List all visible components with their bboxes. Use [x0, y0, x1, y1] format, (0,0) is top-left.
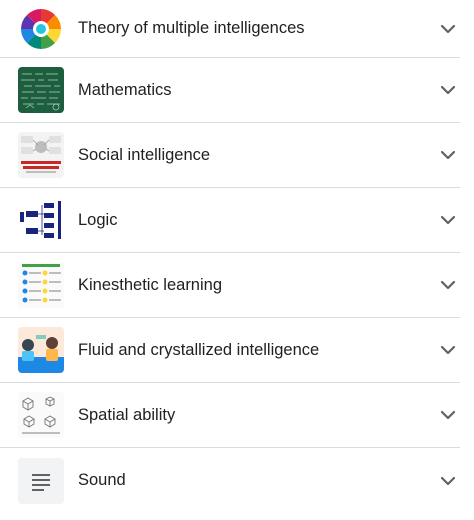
list-item-logic[interactable]: Logic	[0, 188, 460, 253]
item-label: Social intelligence	[78, 145, 211, 164]
chevron-down-icon[interactable]	[436, 208, 460, 232]
item-label: Spatial ability	[78, 405, 176, 424]
chalkboard-equations-thumbnail	[18, 67, 64, 113]
list-item-sound[interactable]: Sound	[0, 448, 460, 513]
item-label: Sound	[78, 471, 126, 489]
chevron-down-icon[interactable]	[436, 17, 460, 41]
chevron-down-icon[interactable]	[436, 78, 460, 102]
list-item-mathematics[interactable]: Mathematics	[0, 58, 460, 123]
chevron-down-icon[interactable]	[436, 469, 460, 493]
list-item-theory-of-multiple-intelligences[interactable]: Theory of multiple intelligences	[0, 0, 460, 58]
list-item-fluid-and-crystallized-intelligence[interactable]: Fluid and crystallized intelligence	[0, 318, 460, 383]
chevron-down-icon[interactable]	[436, 338, 460, 362]
item-label: Mathematics	[78, 80, 172, 99]
item-label: Kinesthetic learning	[78, 275, 223, 294]
logic-flowchart-thumbnail	[18, 197, 64, 243]
topic-list: Theory of multiple intelligences Mathema…	[0, 0, 474, 520]
list-item-kinesthetic-learning[interactable]: Kinesthetic learning	[0, 253, 460, 318]
chevron-down-icon[interactable]	[436, 273, 460, 297]
social-intelligence-infographic-thumbnail	[18, 132, 64, 178]
kinesthetic-learning-infographic-thumbnail	[18, 262, 64, 308]
item-label: Fluid and crystallized intelligence	[78, 340, 320, 359]
chevron-down-icon[interactable]	[436, 143, 460, 167]
fluid-crystallized-illustration-thumbnail	[18, 327, 64, 373]
chevron-down-icon[interactable]	[436, 403, 460, 427]
list-item-social-intelligence[interactable]: Social intelligence	[0, 123, 460, 188]
item-label: Theory of multiple intelligences	[78, 19, 305, 37]
item-label: Logic	[78, 210, 118, 229]
spatial-ability-test-thumbnail	[18, 392, 64, 438]
article-lines-icon	[18, 457, 64, 504]
list-item-spatial-ability[interactable]: Spatial ability	[0, 383, 460, 448]
multiple-intelligences-wheel-thumbnail	[18, 6, 64, 52]
